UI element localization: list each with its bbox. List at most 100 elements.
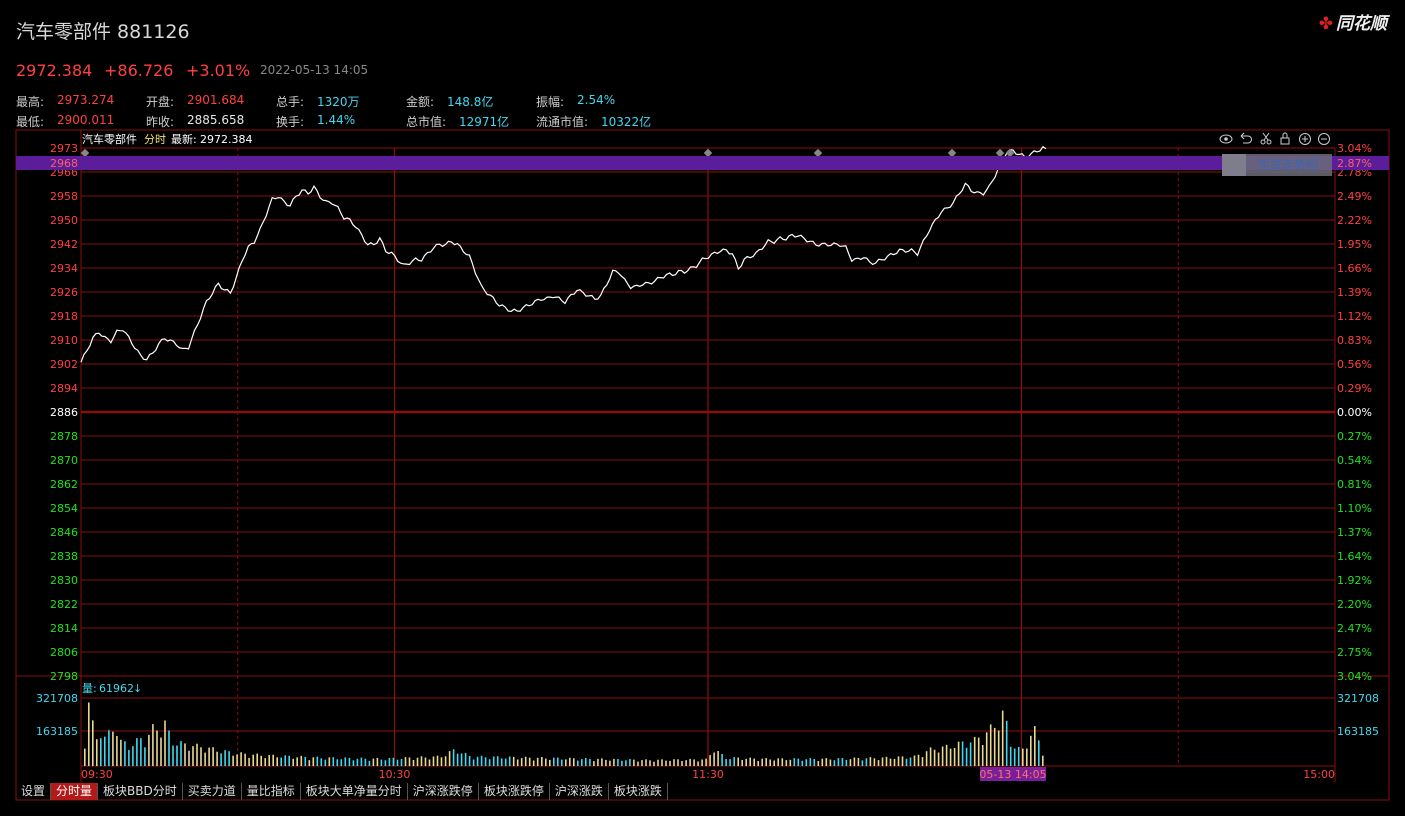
tab-2[interactable]: 板块BBD分时: [98, 783, 183, 800]
volume-bar: [316, 756, 319, 766]
volume-bar: [512, 756, 515, 766]
volume-bar: [845, 759, 848, 766]
volume-bar: [320, 758, 323, 766]
volume-bar: [328, 757, 331, 766]
volume-bar: [721, 754, 723, 766]
price-tick-label: 2886: [50, 406, 78, 419]
volume-bar: [376, 758, 379, 766]
price-tick-label: 2846: [50, 526, 78, 539]
volume-bar: [737, 757, 739, 766]
volume-bar: [484, 757, 487, 766]
volume-bar: [581, 759, 583, 766]
pct-tick-label: 0.81%: [1337, 478, 1372, 491]
price-tick-label: 2918: [50, 310, 78, 323]
volume-bar: [296, 757, 298, 766]
volume-bar: [172, 745, 174, 766]
volume-bar: [268, 755, 270, 766]
tab-3[interactable]: 买卖力道: [183, 783, 242, 800]
volume-bar: [536, 757, 539, 766]
pct-tick-label: 2.49%: [1337, 190, 1372, 203]
volume-bar: [400, 759, 403, 766]
event-markers: [80, 148, 1015, 158]
volume-bar: [685, 760, 687, 766]
volume-bar: [929, 747, 932, 766]
price-tick-label: 2870: [50, 454, 78, 467]
time-tick-label: 15:00: [1303, 768, 1335, 781]
tab-0[interactable]: 设置: [16, 783, 52, 800]
lock-icon[interactable]: [1280, 132, 1290, 145]
volume-bar: [312, 757, 315, 766]
volume-bar: [492, 756, 495, 766]
volume-bar: [1022, 748, 1024, 766]
volume-bar: [508, 756, 511, 766]
generate-chart-button[interactable]: 生成走势图: [1222, 154, 1332, 176]
volume-bar: [549, 759, 551, 766]
volume-header-label: 量:: [82, 682, 97, 695]
volume-bar: [789, 759, 792, 766]
volume-bar: [657, 759, 659, 766]
eye-icon[interactable]: [1219, 134, 1233, 144]
volume-bar: [192, 746, 194, 766]
tab-5[interactable]: 板块大单净量分时: [301, 783, 408, 800]
tab-7[interactable]: 板块涨跌停: [479, 783, 550, 800]
time-tick-label: 11:30: [692, 768, 724, 781]
price-tick-label: 2862: [50, 478, 78, 491]
pct-tick-label: 0.54%: [1337, 454, 1372, 467]
volume-bar: [561, 759, 563, 766]
scissors-icon[interactable]: [1260, 132, 1272, 145]
price-tick-label: 2854: [50, 502, 78, 515]
volume-bar: [757, 761, 759, 766]
volume-bar: [292, 758, 294, 766]
volume-bar: [733, 757, 735, 766]
volume-bar: [933, 749, 936, 766]
undo-icon[interactable]: [1240, 132, 1252, 144]
volume-bar: [260, 755, 262, 766]
volume-bar: [649, 760, 651, 766]
volume-bar: [500, 758, 503, 766]
pct-tick-label: 1.92%: [1337, 574, 1372, 587]
volume-bar: [813, 759, 816, 766]
volume-bar: [168, 730, 170, 766]
volume-bar: [709, 755, 711, 766]
price-line: [80, 145, 1047, 363]
volume-bar: [300, 755, 303, 766]
volume-bar: [977, 737, 980, 766]
event-marker-icon: [703, 148, 713, 158]
volume-bar: [176, 745, 178, 766]
pct-tick-label: 1.64%: [1337, 550, 1372, 563]
crosshair-bar: [16, 156, 1389, 170]
volume-bar: [368, 760, 371, 766]
tab-6[interactable]: 沪深涨跌停: [408, 783, 479, 800]
volume-bar: [993, 727, 996, 766]
pct-tick-label: 2.22%: [1337, 214, 1372, 227]
volume-bar: [965, 747, 968, 766]
volume-bar: [573, 758, 575, 766]
zoom-in-icon[interactable]: [1299, 133, 1311, 145]
volume-bar: [765, 758, 767, 766]
intraday-chart[interactable]: 2973296629582950294229342926291829102902…: [0, 0, 1405, 816]
price-tick-label: 2934: [50, 262, 78, 275]
volume-bar: [833, 760, 836, 766]
volume-bar: [653, 761, 655, 766]
volume-bar: [348, 757, 351, 766]
zoom-out-icon[interactable]: [1318, 133, 1330, 145]
tab-8[interactable]: 沪深涨跌: [550, 783, 609, 800]
volume-bar: [380, 759, 383, 766]
volume-bar: [669, 760, 671, 766]
tab-1[interactable]: 分时量: [51, 783, 99, 800]
volume-bar: [344, 757, 347, 766]
tab-4[interactable]: 量比指标: [242, 783, 301, 800]
volume-bar: [749, 757, 751, 766]
volume-bar: [825, 758, 828, 766]
volume-bar: [1030, 735, 1032, 766]
event-marker-icon: [947, 148, 957, 158]
volume-bar: [641, 760, 643, 766]
volume-bar: [777, 758, 779, 766]
volume-bar: [869, 757, 872, 766]
volume-bar: [593, 761, 595, 766]
volume-bar: [412, 760, 415, 766]
tab-9[interactable]: 板块涨跌: [609, 783, 668, 800]
volume-bar: [332, 757, 335, 766]
volume-bar: [520, 758, 523, 766]
volume-bar: [901, 756, 904, 766]
